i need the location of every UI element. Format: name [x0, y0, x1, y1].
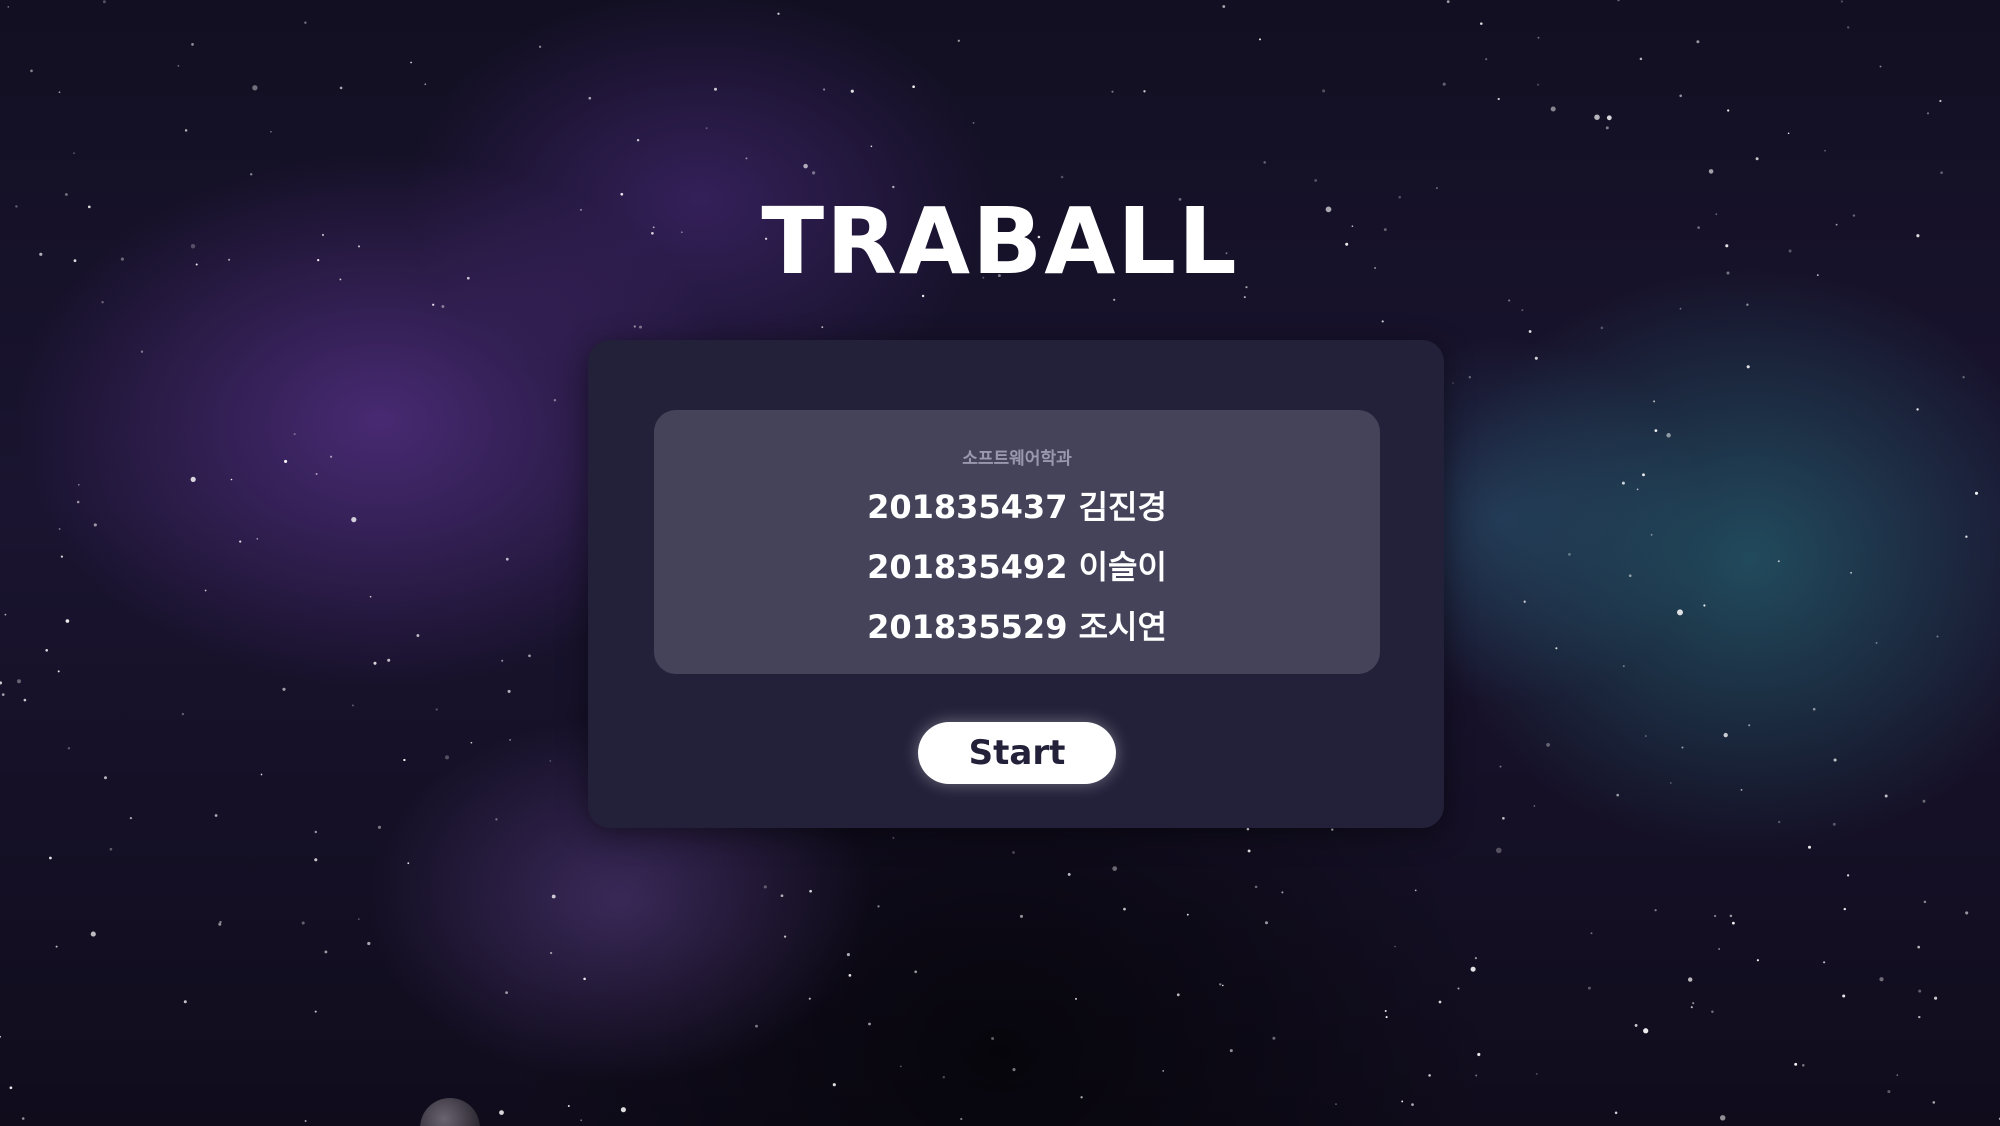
department-label: 소프트웨어학과: [962, 449, 1072, 469]
member-id: 201835437: [867, 488, 1068, 526]
member-name: 김진경: [1078, 488, 1167, 526]
member-name: 이슬이: [1078, 548, 1167, 586]
member-row-1: 201835437 김진경: [654, 482, 1380, 528]
member-row-2: 201835492 이슬이: [654, 542, 1380, 588]
start-button[interactable]: Start: [918, 722, 1116, 784]
intro-panel: 소프트웨어학과 201835437 김진경 201835492 이슬이 2018…: [588, 340, 1444, 828]
space-background: TRABALL 소프트웨어학과 201835437 김진경 201835492 …: [0, 0, 2000, 1126]
member-name: 조시연: [1078, 608, 1167, 646]
member-id: 201835529: [867, 608, 1068, 646]
app-logo: TRABALL: [761, 188, 1239, 295]
member-row-3: 201835529 조시연: [654, 602, 1380, 648]
team-info-card: 소프트웨어학과 201835437 김진경 201835492 이슬이 2018…: [654, 410, 1380, 674]
member-id: 201835492: [867, 548, 1068, 586]
